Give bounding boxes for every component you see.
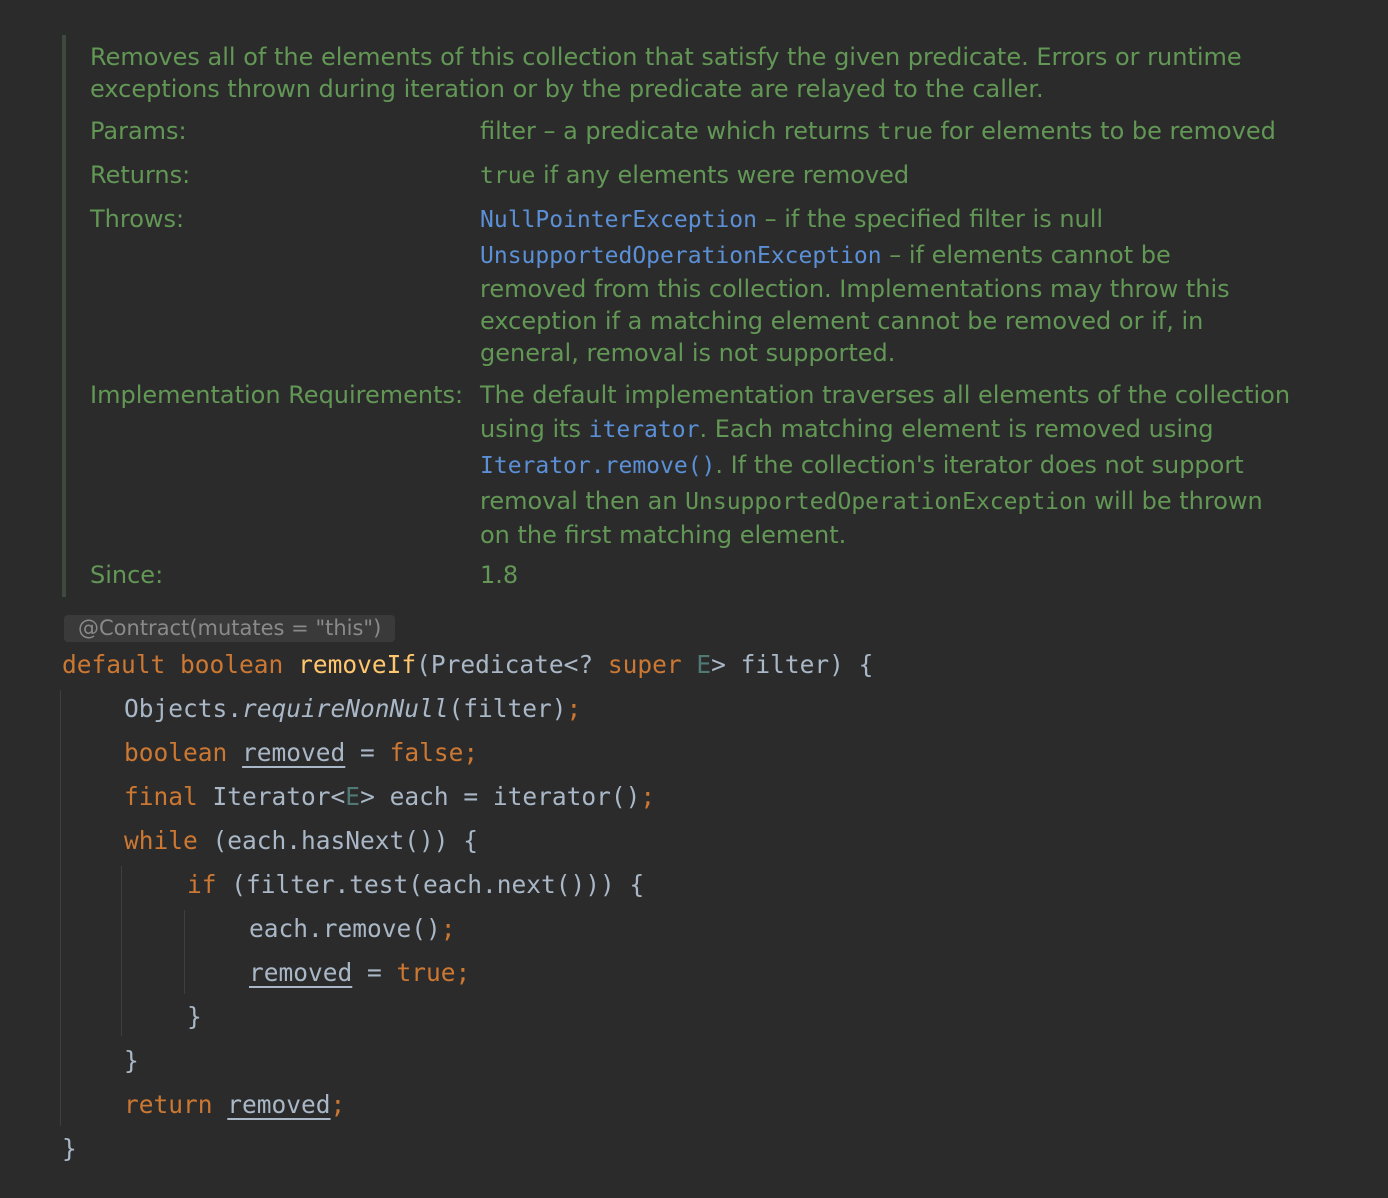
throws-label: Throws: xyxy=(90,205,185,233)
since-label: Since: xyxy=(90,561,164,589)
code-line: each.remove(); xyxy=(249,914,456,943)
uoe-link[interactable]: UnsupportedOperationException xyxy=(480,243,882,269)
code-line: } xyxy=(62,1134,77,1163)
var-removed: removed xyxy=(242,738,346,767)
params-value: filter – a predicate which returns true … xyxy=(480,117,1276,145)
javadoc-panel: Removes all of the elements of this coll… xyxy=(62,35,1356,597)
code-line: while (each.hasNext()) { xyxy=(124,826,479,855)
iterator-remove-link[interactable]: Iterator.remove() xyxy=(480,453,715,479)
var-removed: removed xyxy=(249,958,353,987)
code-line-signature: default boolean removeIf(Predicate<? sup… xyxy=(62,650,874,679)
javadoc-description: Removes all of the elements of this coll… xyxy=(90,43,1242,103)
uoe-code: UnsupportedOperationException xyxy=(685,489,1087,515)
code-line: removed = true; xyxy=(249,958,471,987)
var-removed: removed xyxy=(227,1090,331,1119)
method-name: removeIf xyxy=(298,650,417,679)
code-true: true xyxy=(877,119,933,145)
indent-guide xyxy=(121,866,122,1036)
params-label: Params: xyxy=(90,117,187,145)
indent-guide xyxy=(184,910,185,994)
code-line: final Iterator<E> each = iterator(); xyxy=(124,782,656,811)
returns-label: Returns: xyxy=(90,161,191,189)
code-line: boolean removed = false; xyxy=(124,738,479,767)
code-line: if (filter.test(each.next())) { xyxy=(187,870,645,899)
code-line: } xyxy=(124,1046,139,1075)
indent-guide xyxy=(60,690,61,1126)
iterator-link[interactable]: iterator xyxy=(589,417,700,443)
param-name: filter xyxy=(480,117,536,145)
code-true: true xyxy=(480,163,536,189)
returns-value: true if any elements were removed xyxy=(480,161,910,189)
code-line: } xyxy=(187,1002,202,1031)
impl-label: Implementation Requirements: xyxy=(90,381,464,409)
npe-link[interactable]: NullPointerException xyxy=(480,207,757,233)
impl-value: The default implementation traverses all… xyxy=(480,381,1291,549)
code-line: Objects.requireNonNull(filter); xyxy=(124,694,582,723)
since-value: 1.8 xyxy=(480,561,519,589)
code-line: return removed; xyxy=(124,1090,346,1119)
contract-annotation-hint[interactable]: @Contract(mutates = "this") xyxy=(64,615,396,642)
throws-value: NullPointerException – if the specified … xyxy=(480,205,1230,367)
